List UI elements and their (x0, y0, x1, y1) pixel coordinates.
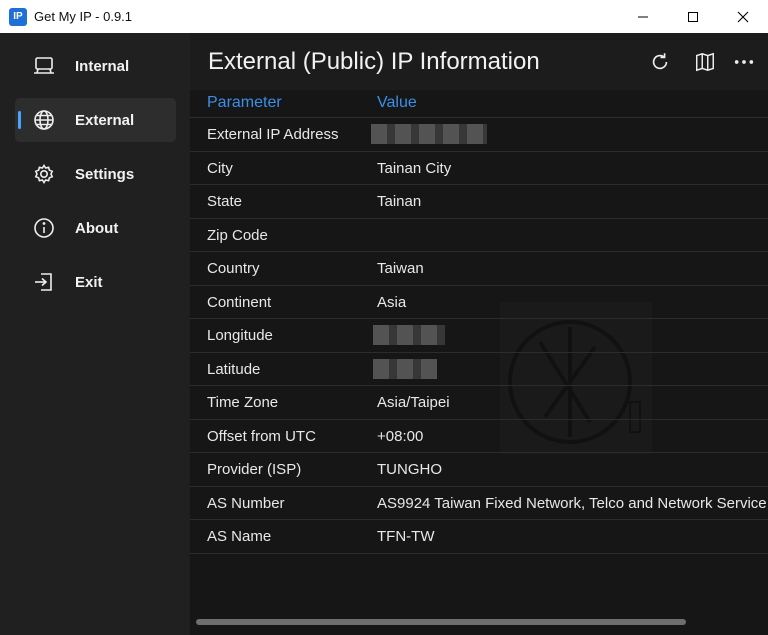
column-header-parameter[interactable]: Parameter (207, 94, 282, 112)
close-icon (737, 11, 749, 22)
value-cell: TUNGHO (377, 461, 442, 478)
param-cell: Longitude (207, 327, 273, 344)
refresh-icon (652, 53, 668, 70)
laptop-icon (32, 54, 56, 78)
param-cell: AS Name (207, 528, 272, 545)
value-cell: Tainan City (377, 159, 452, 177)
refresh-button[interactable] (648, 50, 672, 74)
table-row[interactable]: Offset from UTC +08:00 (190, 420, 768, 453)
table-row[interactable]: Zip Code (190, 219, 768, 252)
value-cell: Taiwan (377, 260, 424, 277)
redacted-value (371, 124, 487, 144)
minimize-button[interactable] (618, 0, 668, 33)
sidebar: Internal External Settings About Exit (0, 33, 190, 635)
sidebar-item-about[interactable]: About (15, 206, 176, 250)
param-cell: State (207, 193, 243, 210)
table-row[interactable]: Provider (ISP) TUNGHO (190, 453, 768, 487)
sidebar-item-label: Settings (75, 165, 135, 183)
sidebar-item-exit[interactable]: Exit (15, 260, 176, 304)
redacted-value (373, 325, 445, 345)
exit-icon (32, 270, 56, 294)
value-cell: Asia (377, 293, 407, 311)
sidebar-item-label: About (75, 219, 119, 237)
window-controls (618, 0, 768, 33)
table-row[interactable]: External IP Address (190, 118, 768, 152)
ip-info-table: Parameter Value External IP Address City… (190, 90, 768, 554)
app-icon: IP (9, 7, 27, 26)
sidebar-item-label: Internal (75, 57, 130, 75)
sidebar-item-label: External (75, 111, 135, 129)
table-row[interactable]: AS Name TFN-TW (190, 520, 768, 554)
table-row[interactable]: Longitude (190, 319, 768, 353)
more-button[interactable] (732, 50, 756, 74)
sidebar-item-settings[interactable]: Settings (15, 152, 176, 196)
param-cell: Latitude (207, 360, 261, 378)
param-cell: Time Zone (207, 394, 279, 411)
page-header: External (Public) IP Information (190, 33, 768, 90)
horizontal-scrollbar[interactable] (196, 619, 686, 625)
param-cell: Provider (ISP) (207, 461, 302, 478)
info-icon (32, 216, 56, 240)
param-cell: External IP Address (207, 126, 339, 143)
globe-icon (32, 108, 56, 132)
table-row[interactable]: City Tainan City (190, 152, 768, 185)
active-indicator (18, 111, 21, 129)
table-row[interactable]: AS Number AS9924 Taiwan Fixed Network, T… (190, 487, 768, 520)
redacted-value (373, 358, 437, 379)
table-header: Parameter Value (190, 90, 768, 118)
page-title: External (Public) IP Information (208, 48, 540, 75)
sidebar-item-internal[interactable]: Internal (15, 44, 176, 88)
gear-icon (32, 162, 56, 186)
param-cell: AS Number (207, 494, 285, 512)
param-cell: Continent (207, 293, 272, 311)
value-cell: Asia/Taipei (377, 394, 450, 411)
table-row[interactable]: Latitude (190, 353, 768, 386)
value-cell: Tainan (377, 193, 422, 210)
param-cell: Zip Code (207, 226, 268, 244)
column-header-value[interactable]: Value (377, 94, 417, 112)
value-cell: AS9924 Taiwan Fixed Network, Telco and N… (377, 494, 767, 512)
table-row[interactable]: Time Zone Asia/Taipei (190, 386, 768, 420)
close-button[interactable] (718, 0, 768, 33)
table-row[interactable]: Country Taiwan (190, 252, 768, 286)
value-cell: +08:00 (377, 427, 424, 445)
title-bar: IP Get My IP - 0.9.1 (0, 0, 768, 33)
map-button[interactable] (693, 50, 717, 74)
table-row[interactable]: State Tainan (190, 185, 768, 219)
map-icon (696, 52, 714, 72)
minimize-icon (638, 16, 648, 17)
param-cell: Offset from UTC (207, 427, 316, 445)
window-title: Get My IP - 0.9.1 (34, 9, 133, 24)
more-icon (734, 60, 754, 64)
sidebar-item-external[interactable]: External (15, 98, 176, 142)
table-row[interactable]: Continent Asia (190, 286, 768, 319)
maximize-button[interactable] (668, 0, 718, 33)
maximize-icon (688, 11, 698, 22)
value-cell: TFN-TW (377, 528, 435, 545)
param-cell: City (207, 159, 233, 177)
sidebar-item-label: Exit (75, 273, 103, 291)
main-content: External (Public) IP Information Paramet… (190, 33, 768, 635)
param-cell: Country (207, 260, 260, 277)
